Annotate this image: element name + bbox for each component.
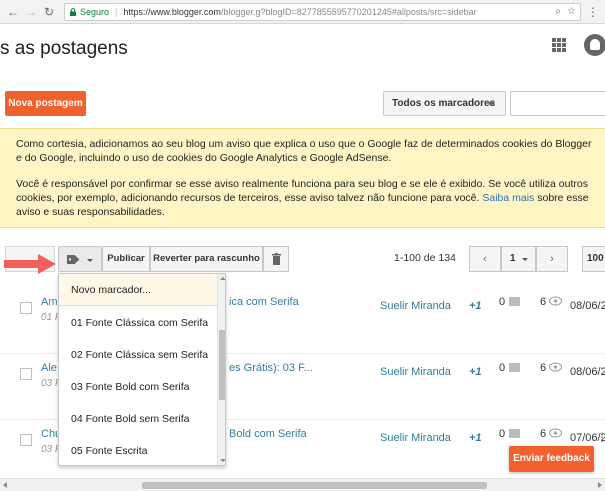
apps-grid-icon[interactable] <box>552 38 566 52</box>
scroll-thumb[interactable] <box>219 330 225 400</box>
bookmark-star-icon[interactable]: ☆ <box>567 6 576 17</box>
forward-icon[interactable]: → <box>24 5 38 19</box>
chevron-down-icon <box>87 259 93 262</box>
post-title[interactable]: Ale <box>41 362 57 374</box>
url-domain: https://www.blogger.com <box>123 6 221 17</box>
page-number-select[interactable]: 1 <box>501 246 536 272</box>
post-title-tail[interactable]: ica com Serifa <box>229 296 299 308</box>
comment-count: 0 <box>499 428 506 440</box>
notifications-icon[interactable] <box>584 34 605 56</box>
zoom-icon[interactable]: ⌕ <box>555 6 561 17</box>
menu-scrollbar[interactable] <box>217 274 225 465</box>
label-menu: Novo marcador... 01 Fonte Clássica com S… <box>58 273 226 466</box>
menu-item-new-label[interactable]: Novo marcador... <box>59 274 217 306</box>
scroll-down-icon[interactable] <box>220 459 225 462</box>
comment-count: 0 <box>499 296 506 308</box>
eye-icon <box>549 428 562 438</box>
publish-button[interactable]: Publicar <box>102 246 150 272</box>
new-post-button[interactable]: Nova postagem <box>5 91 86 116</box>
eye-icon <box>549 296 562 306</box>
menu-item-label[interactable]: 04 Fonte Bold sem Serifa <box>59 403 217 435</box>
eye-icon <box>549 362 562 372</box>
reload-icon[interactable]: ↻ <box>42 5 56 19</box>
secure-label: Seguro <box>80 6 110 17</box>
post-author[interactable]: Suelir Miranda <box>380 300 451 312</box>
page-title: s as postagens <box>0 38 128 59</box>
notice-paragraph: Você é responsável por confirmar se esse… <box>16 177 595 219</box>
chevron-down-icon <box>522 258 528 261</box>
learn-more-link[interactable]: Saiba mais <box>482 192 534 204</box>
red-arrow-icon <box>4 254 56 274</box>
labels-filter-value: Todos os marcadores <box>392 98 496 109</box>
view-count: 6 <box>540 428 547 440</box>
row-checkbox[interactable] <box>20 368 32 380</box>
address-actions: ⌕ ☆ <box>555 6 576 17</box>
plus-one: +1 <box>469 432 482 444</box>
page-count: 1-100 de 134 <box>394 252 456 264</box>
address-bar[interactable]: Seguro | https://www.blogger.com /blogge… <box>64 2 581 21</box>
address-separator: | <box>115 6 118 17</box>
revert-to-draft-button[interactable]: Reverter para rascunho <box>150 246 263 272</box>
send-feedback-button[interactable]: Enviar feedback <box>509 446 594 472</box>
scroll-right-icon[interactable] <box>598 482 602 488</box>
cookie-notice: Como cortesia, adicionamos ao seu blog u… <box>0 128 605 228</box>
page-number-value: 1 <box>510 253 516 264</box>
scroll-thumb[interactable] <box>142 482 487 489</box>
post-title-tail[interactable]: Bold com Serifa <box>229 428 307 440</box>
post-title-tail[interactable]: es Grátis): 03 F... <box>229 362 313 374</box>
menu-item-label[interactable]: 05 Fonte Escrita <box>59 435 217 465</box>
lock-icon <box>70 7 76 16</box>
horizontal-scrollbar[interactable] <box>0 478 605 491</box>
notice-paragraph: Como cortesia, adicionamos ao seu blog u… <box>16 138 592 164</box>
post-date: 08/06/2 <box>570 366 605 378</box>
more-options-icon[interactable]: ⋮ <box>596 430 605 444</box>
post-author[interactable]: Suelir Miranda <box>380 432 451 444</box>
previous-page-button[interactable]: ‹ <box>469 246 501 272</box>
search-input[interactable] <box>510 91 605 116</box>
tag-icon <box>67 255 80 264</box>
next-page-button[interactable]: › <box>536 246 568 272</box>
per-page-select[interactable]: 100 <box>582 246 605 272</box>
app-header: s as postagens <box>0 24 605 76</box>
chevron-right-icon: › <box>550 253 554 265</box>
plus-one: +1 <box>469 300 482 312</box>
scroll-left-icon[interactable] <box>3 482 7 488</box>
trash-icon <box>272 253 281 265</box>
chevron-down-icon <box>487 102 495 106</box>
delete-button[interactable] <box>263 246 289 272</box>
comment-icon <box>509 297 520 306</box>
comment-icon <box>509 363 520 372</box>
label-button[interactable] <box>58 246 102 272</box>
view-count: 6 <box>540 362 547 374</box>
view-count: 6 <box>540 296 547 308</box>
plus-one: +1 <box>469 366 482 378</box>
url-path: /blogger.g?blogID=8277855595770201245#al… <box>220 6 477 17</box>
back-icon[interactable]: ← <box>6 5 20 19</box>
browser-menu-icon[interactable]: ⋮ <box>587 5 599 19</box>
chevron-left-icon: ‹ <box>483 253 487 265</box>
browser-toolbar: ← → ↻ Seguro | https://www.blogger.com /… <box>0 0 605 24</box>
scroll-up-icon[interactable] <box>220 277 225 280</box>
comment-icon <box>509 429 520 438</box>
post-title[interactable]: Am <box>41 296 58 308</box>
menu-item-label[interactable]: 01 Fonte Clássica com Serifa <box>59 307 217 339</box>
menu-item-label[interactable]: 02 Fonte Clássica sem Serifa <box>59 339 217 371</box>
labels-filter-dropdown[interactable]: Todos os marcadores <box>383 91 506 116</box>
row-checkbox[interactable] <box>20 302 32 314</box>
post-author[interactable]: Suelir Miranda <box>380 366 451 378</box>
menu-item-label[interactable]: 03 Fonte Bold com Serifa <box>59 371 217 403</box>
row-checkbox[interactable] <box>20 434 32 446</box>
comment-count: 0 <box>499 362 506 374</box>
post-date: 08/06/2 <box>570 300 605 312</box>
